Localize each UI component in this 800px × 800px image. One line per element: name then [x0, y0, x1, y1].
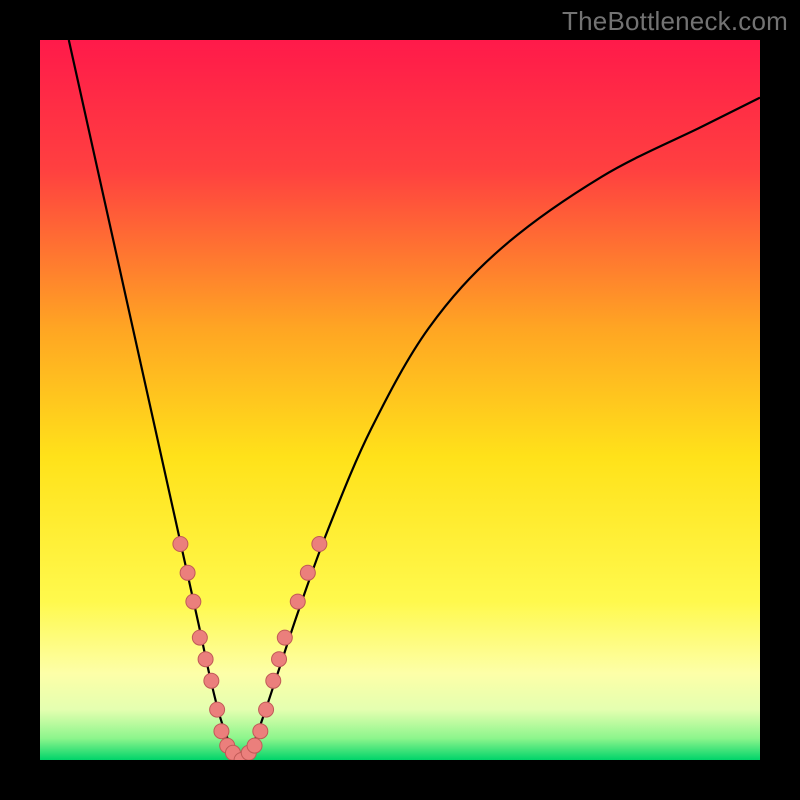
data-point [259, 702, 274, 717]
curve-layer [40, 40, 760, 760]
data-point [192, 630, 207, 645]
data-point [266, 673, 281, 688]
data-point [180, 565, 195, 580]
data-point [247, 738, 262, 753]
data-point [214, 724, 229, 739]
chart-container: TheBottleneck.com [0, 0, 800, 800]
data-point [253, 724, 268, 739]
scatter-points [173, 537, 327, 761]
data-point [272, 652, 287, 667]
data-point [277, 630, 292, 645]
data-point [198, 652, 213, 667]
data-point [312, 537, 327, 552]
plot-area [40, 40, 760, 760]
data-point [290, 594, 305, 609]
watermark-text: TheBottleneck.com [562, 6, 788, 37]
data-point [186, 594, 201, 609]
data-point [173, 537, 188, 552]
data-point [300, 565, 315, 580]
bottleneck-curve [69, 40, 760, 760]
data-point [204, 673, 219, 688]
data-point [210, 702, 225, 717]
